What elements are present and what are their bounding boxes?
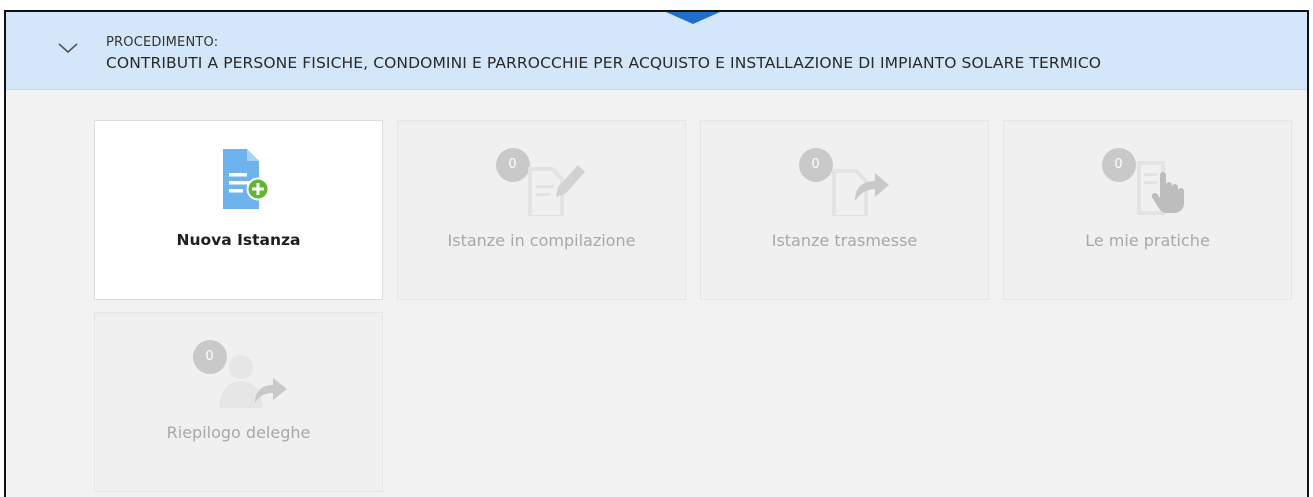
- new-document-plus-icon: [222, 149, 269, 209]
- user-forward-icon: [218, 355, 287, 408]
- document-send-icon: [831, 169, 889, 216]
- tile-label: Istanze in compilazione: [447, 231, 636, 250]
- tile-riepilogo-deleghe[interactable]: 0 Riepilogo deleghe: [94, 312, 383, 492]
- tile-le-mie-pratiche[interactable]: 0 Le mie pratiche: [1003, 120, 1292, 300]
- document-hand-icon: [1136, 161, 1184, 215]
- tile-label: Riepilogo deleghe: [166, 423, 311, 442]
- active-indicator-arrow: [666, 12, 720, 24]
- tile-label: Istanze trasmesse: [771, 231, 918, 250]
- procedure-panel: PROCEDIMENTO: CONTRIBUTI A PERSONE FISIC…: [4, 10, 1309, 497]
- procedure-title: CONTRIBUTI A PERSONE FISICHE, CONDOMINI …: [106, 54, 1102, 72]
- tile-istanze-trasmesse[interactable]: 0 Istanze trasmesse: [700, 120, 989, 300]
- chevron-down-icon[interactable]: [56, 40, 80, 56]
- procedure-header[interactable]: PROCEDIMENTO: CONTRIBUTI A PERSONE FISIC…: [6, 12, 1307, 90]
- tile-istanze-in-compilazione[interactable]: 0 Istanze in compilazione: [397, 120, 686, 300]
- document-edit-icon: [527, 165, 585, 216]
- tile-nuova-istanza[interactable]: Nuova Istanza: [94, 120, 383, 300]
- procedure-label: PROCEDIMENTO:: [106, 35, 219, 50]
- tile-label: Le mie pratiche: [1085, 231, 1210, 250]
- tile-label: Nuova Istanza: [176, 231, 301, 249]
